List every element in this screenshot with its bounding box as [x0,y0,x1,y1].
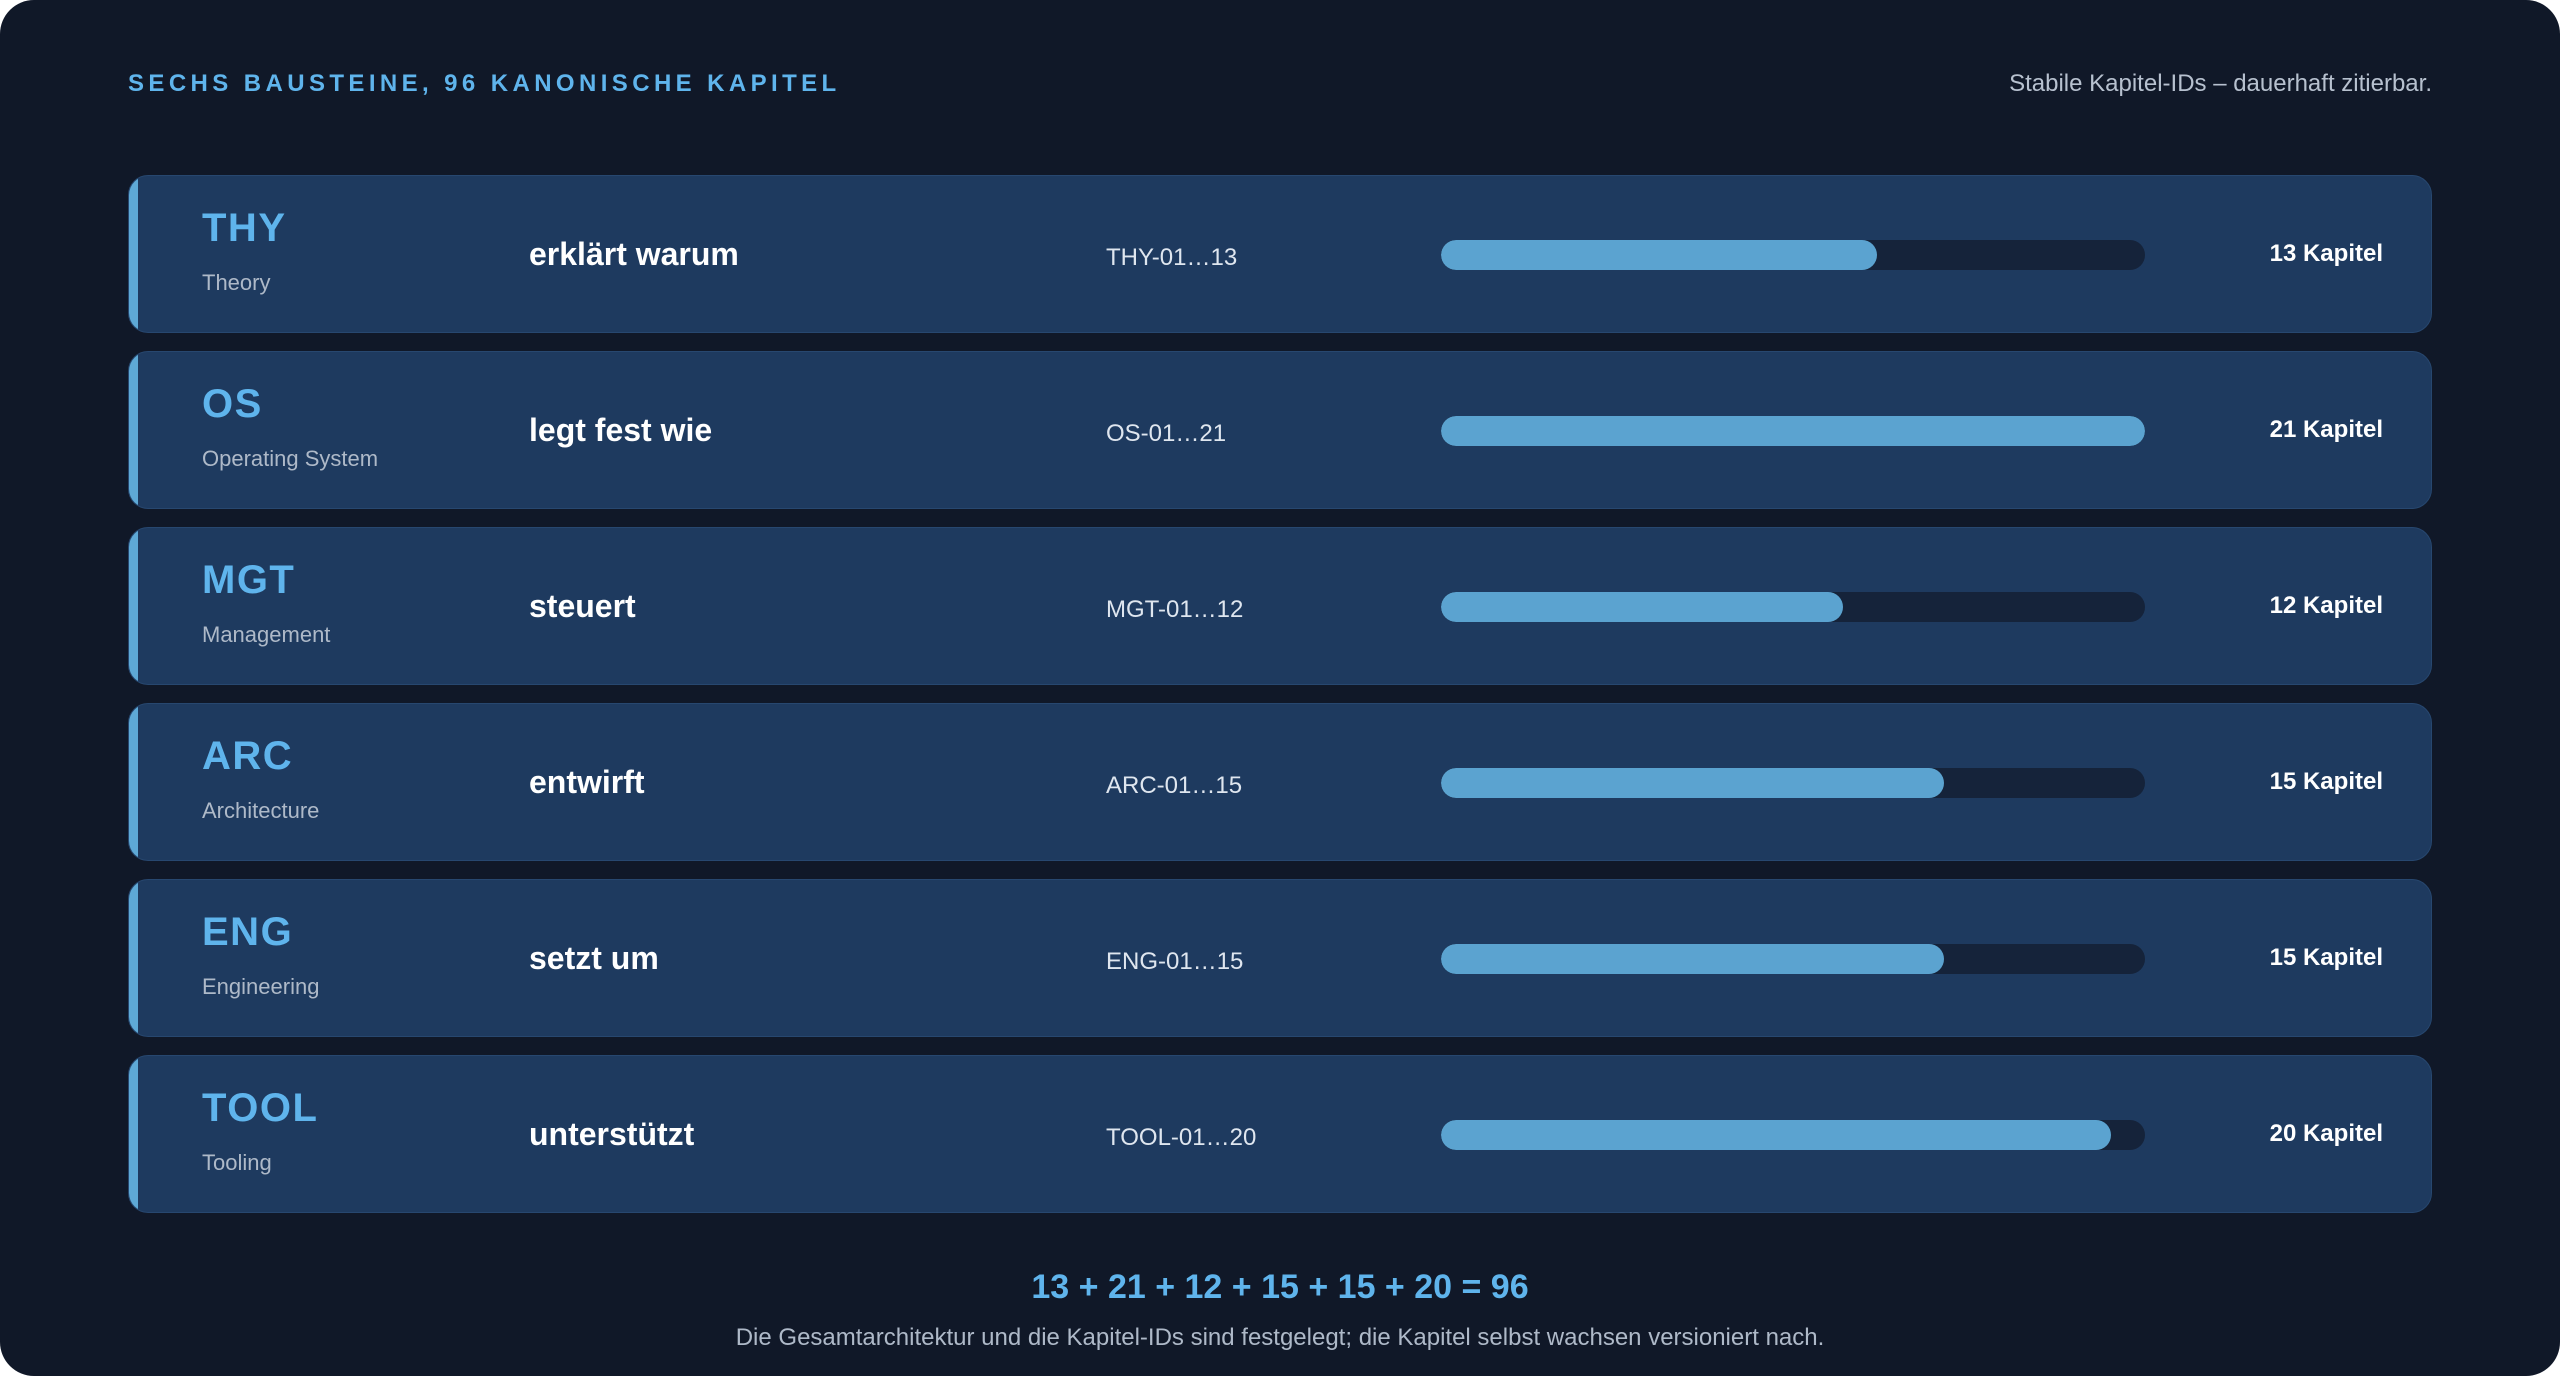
module-code: THY [202,206,287,250]
chapter-count: 15 Kapitel [2269,944,2383,971]
module-row-thy: THY Theory erklärt warum THY-01…13 13 Ka… [128,175,2432,333]
chapter-count: 12 Kapitel [2269,592,2383,619]
section-title: SECHS BAUSTEINE, 96 KANONISCHE KAPITEL [128,70,841,97]
chapter-progress-track [1441,1120,2145,1150]
module-role: steuert [529,588,636,624]
module-code: TOOL [202,1086,319,1130]
chapter-progress-track [1441,240,2145,270]
overview-panel: SECHS BAUSTEINE, 96 KANONISCHE KAPITEL S… [0,0,2560,1376]
chapter-id-range: ARC-01…15 [1106,772,1243,799]
module-name: Architecture [202,798,320,823]
module-name: Engineering [202,974,320,999]
module-row-tool: TOOL Tooling unterstützt TOOL-01…20 20 K… [128,1055,2432,1213]
module-code: MGT [202,558,296,602]
module-name: Tooling [202,1150,272,1175]
module-role: entwirft [529,764,645,800]
module-code: ENG [202,910,294,954]
chapter-progress-fill [1441,768,1944,798]
row-accent-bar [129,528,138,684]
module-row-os: OS Operating System legt fest wie OS-01…… [128,351,2432,509]
chapter-progress-track [1441,592,2145,622]
chapter-count: 21 Kapitel [2269,416,2383,443]
module-row-eng: ENG Engineering setzt um ENG-01…15 15 Ka… [128,879,2432,1037]
chapter-id-range: ENG-01…15 [1106,948,1244,975]
chapter-progress-track [1441,944,2145,974]
header: SECHS BAUSTEINE, 96 KANONISCHE KAPITEL S… [128,66,2432,106]
module-role: legt fest wie [529,412,713,448]
module-row-arc: ARC Architecture entwirft ARC-01…15 15 K… [128,703,2432,861]
chapter-id-range: MGT-01…12 [1106,596,1244,623]
chapter-progress-track [1441,416,2145,446]
row-accent-bar [129,352,138,508]
footnote: Die Gesamtarchitektur und die Kapitel-ID… [735,1324,1825,1351]
row-accent-bar [129,704,138,860]
row-accent-bar [129,880,138,1036]
chapter-id-range: OS-01…21 [1106,420,1227,447]
chapter-id-range: THY-01…13 [1106,244,1238,271]
chapter-count: 20 Kapitel [2269,1120,2383,1147]
chapter-progress-track [1441,768,2145,798]
module-name: Theory [202,270,271,295]
chapter-count: 13 Kapitel [2269,240,2383,267]
row-accent-bar [129,1056,138,1212]
module-role: unterstützt [529,1116,695,1152]
chapter-progress-fill [1441,592,1844,622]
chapter-progress-fill [1441,944,1944,974]
module-name: Operating System [202,446,379,471]
row-accent-bar [129,176,138,332]
module-code: ARC [202,734,294,778]
module-name: Management [202,622,331,647]
chapter-sum-equation: 13 + 21 + 12 + 15 + 15 + 20 = 96 [1031,1268,1529,1306]
module-code: OS [202,382,263,426]
chapter-id-range: TOOL-01…20 [1106,1124,1257,1151]
module-list: THY Theory erklärt warum THY-01…13 13 Ka… [128,175,2432,1231]
module-role: erklärt warum [529,236,739,272]
chapter-progress-fill [1441,240,1877,270]
chapter-progress-fill [1441,416,2145,446]
module-row-mgt: MGT Management steuert MGT-01…12 12 Kapi… [128,527,2432,685]
header-note: Stabile Kapitel-IDs – dauerhaft zitierba… [2009,70,2432,97]
chapter-progress-fill [1441,1120,2112,1150]
chapter-count: 15 Kapitel [2269,768,2383,795]
module-role: setzt um [529,940,659,976]
